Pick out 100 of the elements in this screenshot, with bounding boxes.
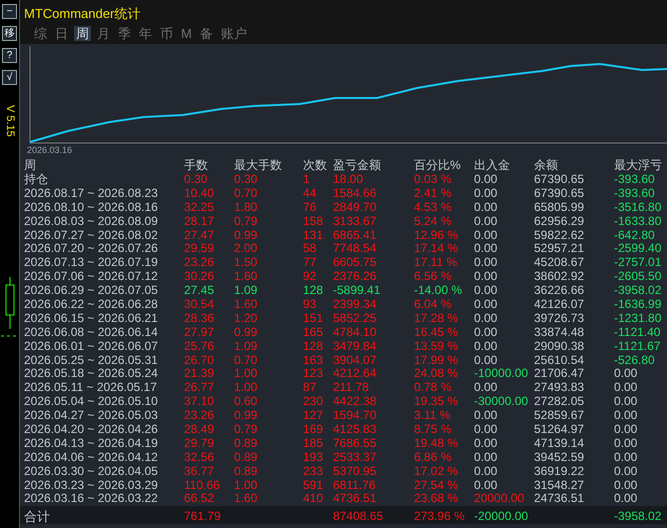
table-cell-text: -642.80 <box>614 228 656 242</box>
table-cell-text: 2376.26 <box>333 270 378 284</box>
table-cell-text: 0.00 <box>474 340 498 354</box>
table-cell-text: 29.79 <box>184 436 216 451</box>
table-cell-text: 1594.70 <box>333 409 378 424</box>
table-cell-text: 0.00 <box>474 312 498 326</box>
table-cell-text: 27493.83 <box>534 381 586 396</box>
table-cell-text: 4212.64 <box>333 367 378 382</box>
table-cell-text: 33874.48 <box>534 326 586 340</box>
table-cell-text: -393.60 <box>614 186 656 201</box>
table-cell-text: 66.52 <box>184 492 216 506</box>
table-cell-text: -14.00 % <box>414 284 464 298</box>
table-cell-text: -526.80 <box>614 354 656 368</box>
table-cell-text: 2399.34 <box>333 298 378 312</box>
table-cell-text: 0.00 <box>474 242 498 256</box>
table-cell-text: 67390.65 <box>534 173 586 187</box>
table-cell-text: 4125.83 <box>333 423 378 437</box>
table-cell-text: -10000.00 <box>474 367 530 382</box>
table-cell-text: 65805.99 <box>534 200 586 215</box>
table-cell-text: 0.00 <box>474 214 498 229</box>
table-cell-text: 92 <box>303 270 318 284</box>
table-cell-text: 0.00 <box>614 395 638 410</box>
table-cell-text: -393.60 <box>614 173 656 187</box>
table-cell-text: -1121.67 <box>614 340 662 354</box>
table-cell-text: 87 <box>303 381 318 396</box>
tab[interactable]: 季 <box>116 26 133 41</box>
table-cell-text: 0.78 % <box>414 381 452 396</box>
table-cell-text: 6811.76 <box>333 478 376 492</box>
table-cell-text: 3904.07 <box>333 354 378 368</box>
table-cell-text: 2026.04.13 ~ 2026.04.19 <box>24 436 159 451</box>
side-button[interactable]: ? <box>2 48 17 63</box>
table-cell-text: 2533.37 <box>333 450 378 465</box>
table-cell-text: 2026.08.17 ~ 2026.08.23 <box>24 186 159 201</box>
tab[interactable]: M <box>179 26 194 41</box>
table-cell-text: 29090.38 <box>534 340 586 354</box>
candlestick-icon <box>4 276 14 329</box>
table-cell-text: 0.00 <box>474 409 498 424</box>
table-cell-text: 21.39 <box>184 367 216 382</box>
table-cell-text: 17.11 % <box>414 256 458 270</box>
table-cell-text: 4784.10 <box>333 326 378 340</box>
version-label: V 5.15 <box>2 105 17 137</box>
table-cell-text: 5370.95 <box>333 464 378 479</box>
tab[interactable]: 年 <box>137 26 154 41</box>
table-cell-text: 1.00 <box>234 478 258 492</box>
table-cell-text: 2026.06.01 ~ 2026.06.07 <box>24 340 159 354</box>
table-cell-text: 29.59 <box>184 242 216 256</box>
table-cell-text: 1584.66 <box>333 186 378 201</box>
table-cell-text: 23.26 <box>184 409 216 424</box>
table-cell-text: -1121.40 <box>614 326 662 340</box>
side-button[interactable]: − <box>2 4 17 19</box>
table-cell-text: 123 <box>303 367 324 382</box>
table-cell-text: 62956.29 <box>534 214 586 229</box>
table-cell-text: 25.76 <box>184 340 216 354</box>
table-cell-text: 52957.21 <box>534 242 586 256</box>
side-button[interactable]: √ <box>2 70 17 85</box>
table-cell-text: 0.60 <box>234 395 258 410</box>
tab[interactable]: 周 <box>74 26 91 41</box>
table-cell-text: 131 <box>303 228 324 242</box>
table-cell-text: 27.97 <box>184 326 216 340</box>
table-cell-text: 6605.75 <box>333 256 378 270</box>
table-cell-text: -30000.00 <box>474 395 530 410</box>
table-cell-text: 1.60 <box>234 298 258 312</box>
total-cell-text: 合计 <box>24 510 51 524</box>
table-cell-text: 163 <box>303 354 324 368</box>
table-cell-text: -2605.50 <box>614 270 662 284</box>
table-cell-text: 0.00 <box>474 298 498 312</box>
table-cell-text: 17.14 % <box>414 242 460 256</box>
table-cell-text: 6.86 % <box>414 450 452 465</box>
table-cell-text: 230 <box>303 395 324 410</box>
table-cell-text: 0.00 <box>474 436 498 451</box>
table-cell-text: 0.00 <box>474 478 498 492</box>
table-cell-text: -2757.01 <box>614 256 662 270</box>
table-cell-text: 0.00 <box>474 450 498 465</box>
tab[interactable]: 综 <box>32 26 49 41</box>
tab[interactable]: 月 <box>95 26 112 41</box>
table-cell-text: 3133.67 <box>333 214 378 229</box>
tab[interactable]: 备 <box>198 26 215 41</box>
column-header: 百分比% <box>414 158 462 173</box>
table-cell-text: 0.00 <box>474 200 498 215</box>
table-cell-text: 233 <box>303 464 324 479</box>
tab[interactable]: 账户 <box>218 26 249 41</box>
table-cell-text: 6.04 % <box>414 298 452 312</box>
side-button[interactable]: 移 <box>2 26 17 41</box>
table-cell-text: -1633.80 <box>614 214 662 229</box>
table-cell-text: 32.56 <box>184 450 216 465</box>
table-cell-text: 2026.04.20 ~ 2026.04.26 <box>24 423 159 437</box>
table-cell-text: 32.25 <box>184 200 216 215</box>
table-cell-text: 44 <box>303 186 318 201</box>
tab[interactable]: 日 <box>53 26 70 41</box>
table-cell-text: 28.49 <box>184 423 216 437</box>
table-cell-text: -2599.40 <box>614 242 662 256</box>
table-cell-text: 23.26 <box>184 256 216 270</box>
table-cell-text: 39452.59 <box>534 450 586 465</box>
table-cell-text: 47139.14 <box>534 436 586 451</box>
table-cell-text: 4.53 % <box>414 200 452 215</box>
tab[interactable]: 币 <box>158 26 175 41</box>
table-cell-text: 2.41 % <box>414 186 452 201</box>
table-cell-text: 0.30 <box>184 173 208 187</box>
table-cell-text: 1.00 <box>234 367 258 382</box>
table-cell-text: 165 <box>303 326 324 340</box>
